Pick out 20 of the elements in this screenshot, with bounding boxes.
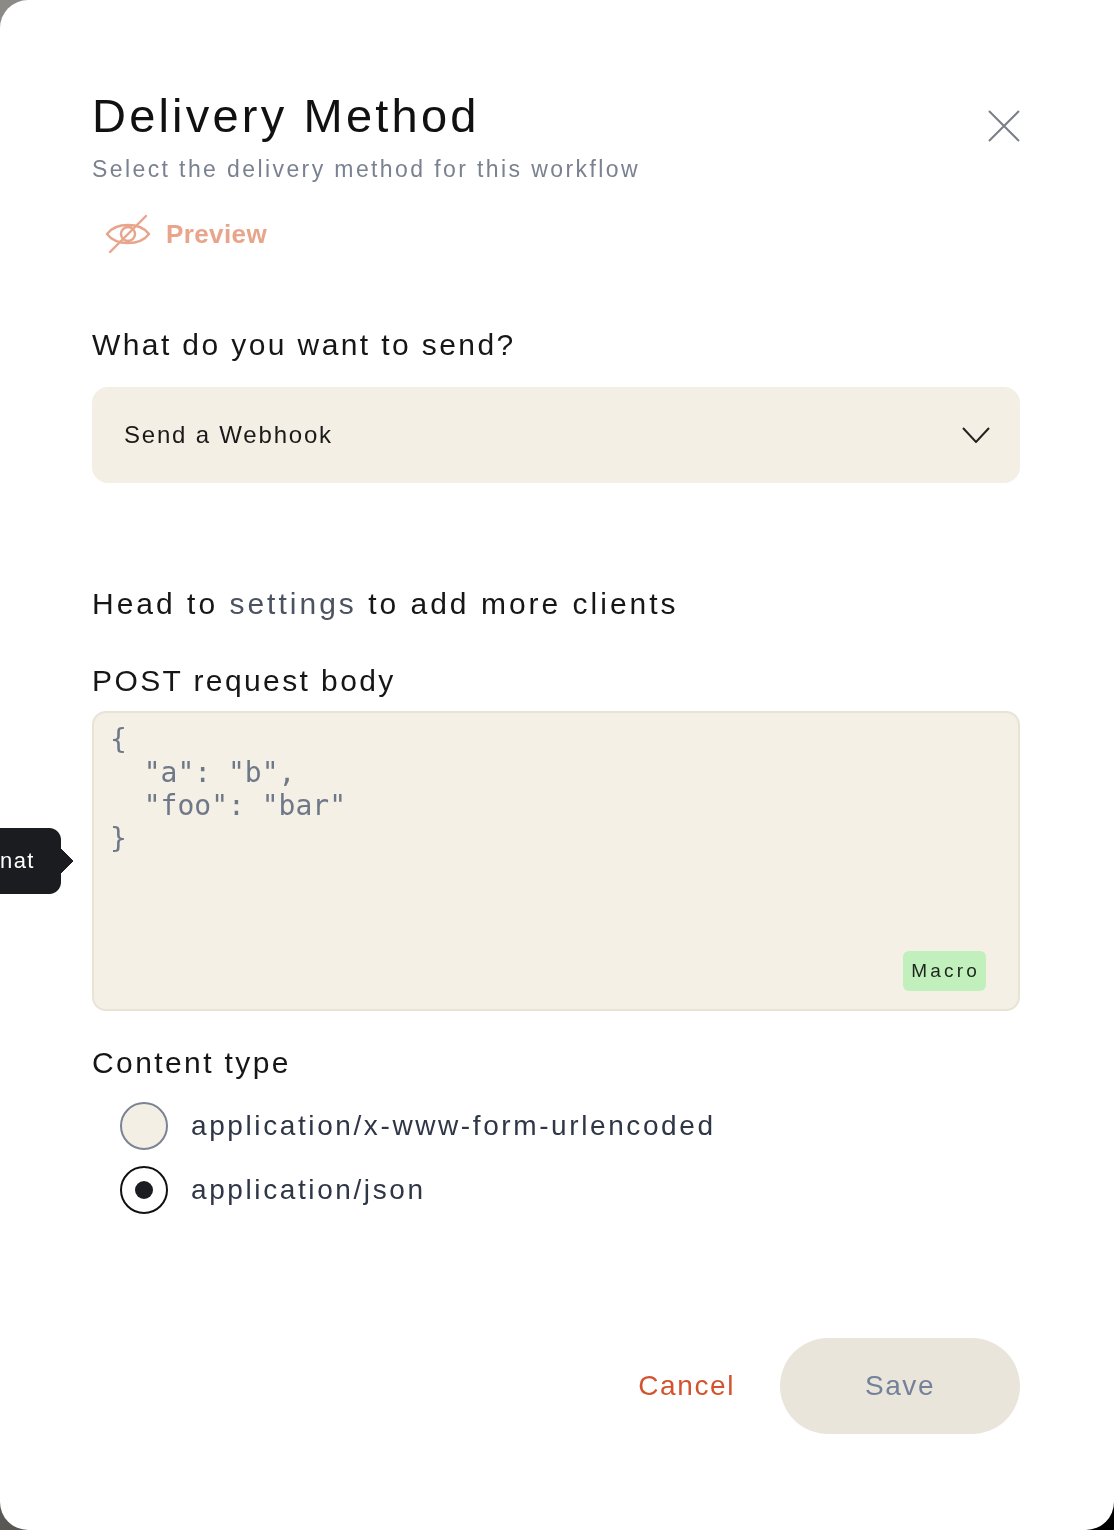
- eye-off-icon[interactable]: [104, 214, 152, 254]
- macro-button[interactable]: Macro: [903, 951, 986, 991]
- field-label: POST request body: [92, 663, 397, 699]
- radio-button[interactable]: [120, 1102, 168, 1150]
- settings-hint: Head to settings to add more clients: [92, 586, 680, 622]
- dialog-title: Delivery Method: [92, 88, 481, 144]
- request-body-field[interactable]: { "a": "b", "foo": "bar" } Macro: [92, 711, 1020, 1011]
- dialog-subtitle: Select the delivery method for this workflow: [92, 155, 640, 184]
- close-icon[interactable]: [988, 110, 1020, 142]
- option-label[interactable]: application/json: [191, 1174, 426, 1206]
- field-label: Content type: [92, 1045, 292, 1081]
- tooltip: nat: [0, 828, 73, 894]
- cancel-button[interactable]: Cancel: [638, 1370, 735, 1402]
- radio-button[interactable]: [120, 1166, 168, 1214]
- chevron-down-icon: [962, 427, 990, 443]
- send-type-select[interactable]: Send a Webhook: [92, 387, 1020, 483]
- option-label[interactable]: application/x-www-form-urlencoded: [191, 1110, 716, 1142]
- code-text: { "a": "b", "foo": "bar" }: [110, 723, 347, 855]
- settings-link[interactable]: settings: [229, 587, 357, 620]
- field-label: What do you want to send?: [92, 327, 517, 363]
